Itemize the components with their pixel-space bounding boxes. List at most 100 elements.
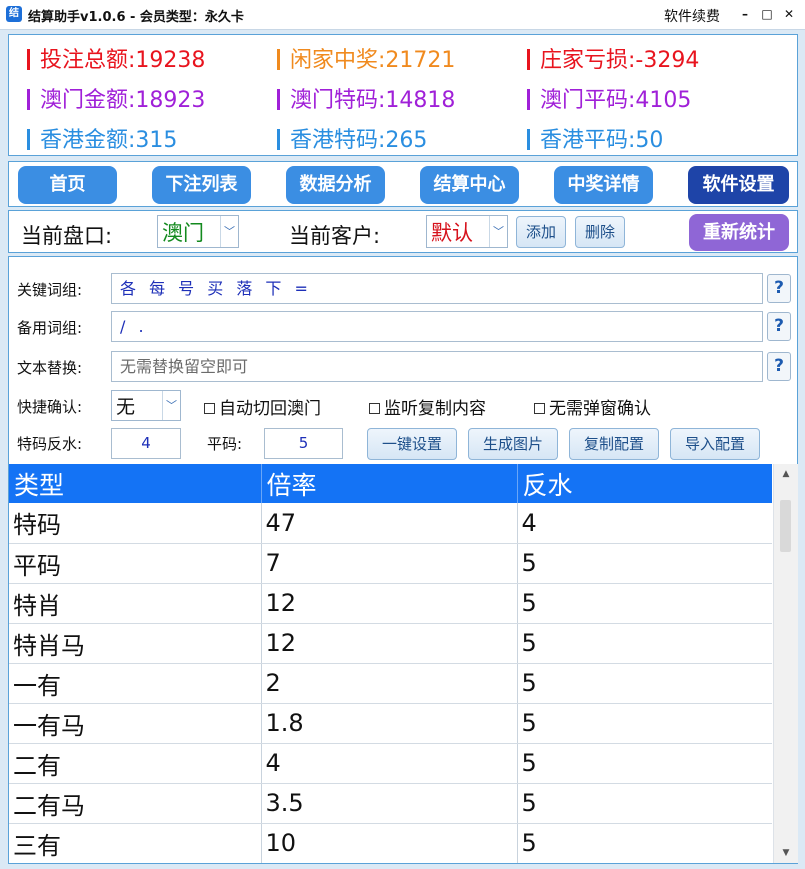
backup-input[interactable]: / . — [111, 311, 763, 342]
keyword-help-button[interactable]: ? — [767, 274, 791, 303]
cell-type[interactable]: 三有 — [9, 823, 262, 863]
table-row[interactable]: 二有马 3.5 5 — [9, 783, 772, 824]
title-bar: 结 结算助手v1.0.6 - 会员类型：永久卡 软件续费 – □ ✕ — [0, 0, 805, 30]
cell-type[interactable]: 一有马 — [9, 703, 262, 744]
header-rebate[interactable]: 反水 — [517, 464, 772, 503]
cell-odds[interactable]: 1.8 — [261, 703, 518, 744]
cell-type[interactable]: 二有马 — [9, 783, 262, 824]
cell-rebate[interactable]: 5 — [517, 543, 772, 584]
table-row[interactable]: 一有马 1.8 5 — [9, 703, 772, 744]
stat-label: 庄家亏损:-3294 — [540, 48, 700, 73]
cell-rebate[interactable]: 5 — [517, 703, 772, 744]
cell-odds[interactable]: 4 — [261, 743, 518, 784]
replace-label: 文本替换: — [17, 359, 83, 377]
cell-odds[interactable]: 7 — [261, 543, 518, 584]
quick-confirm-value: 无 — [116, 396, 136, 418]
market-select[interactable]: 澳门 ﹀ — [157, 215, 239, 248]
scroll-up-icon[interactable]: ▲ — [774, 466, 798, 482]
renew-software-link[interactable]: 软件续费 — [664, 6, 720, 26]
table-row[interactable]: 一有 2 5 — [9, 663, 772, 704]
quick-confirm-label: 快捷确认: — [17, 398, 83, 416]
checkbox-box[interactable] — [534, 403, 545, 414]
table-row[interactable]: 平码 7 5 — [9, 543, 772, 584]
quick-confirm-select[interactable]: 无 ﹀ — [111, 390, 181, 421]
market-selector-bar: 当前盘口: 澳门 ﹀ 当前客户: 默认 ﹀ 添加 删除 重新统计 — [8, 210, 798, 253]
minimize-icon[interactable]: – — [737, 5, 753, 23]
flat-rebate-input[interactable]: 5 — [264, 428, 343, 459]
nav-settlement-button[interactable]: 结算中心 — [420, 166, 519, 204]
scrollbar-thumb[interactable] — [780, 500, 791, 552]
cell-type[interactable]: 特码 — [9, 503, 262, 544]
stat-label: 澳门平码:4105 — [540, 88, 692, 113]
checkbox-box[interactable] — [204, 403, 215, 414]
stat-label: 香港特码:265 — [290, 128, 428, 153]
chevron-down-icon[interactable]: ﹀ — [162, 391, 180, 420]
cell-rebate[interactable]: 5 — [517, 663, 772, 704]
table-row[interactable]: 三有 10 5 — [9, 823, 772, 863]
keyword-input[interactable]: 各 每 号 买 落 下 = — [111, 273, 763, 304]
chevron-down-icon[interactable]: ﹀ — [220, 216, 238, 247]
no-popup-checkbox[interactable]: 无需弹窗确认 — [534, 394, 651, 419]
stat-total-bets: 投注总额:19238 — [27, 42, 205, 74]
cell-odds[interactable]: 10 — [261, 823, 518, 863]
header-odds[interactable]: 倍率 — [261, 464, 518, 503]
nav-bet-list-button[interactable]: 下注列表 — [152, 166, 251, 204]
copy-config-button[interactable]: 复制配置 — [569, 428, 659, 460]
cell-rebate[interactable]: 5 — [517, 583, 772, 624]
cell-rebate[interactable]: 4 — [517, 503, 772, 544]
no-popup-label: 无需弹窗确认 — [549, 399, 651, 419]
window-title: 结算助手v1.0.6 - 会员类型：永久卡 — [28, 10, 244, 25]
nav-settings-button[interactable]: 软件设置 — [688, 166, 789, 204]
cell-type[interactable]: 一有 — [9, 663, 262, 704]
cell-type[interactable]: 特肖马 — [9, 623, 262, 664]
import-config-button[interactable]: 导入配置 — [670, 428, 760, 460]
table-row[interactable]: 特肖 12 5 — [9, 583, 772, 624]
listen-copy-checkbox[interactable]: 监听复制内容 — [369, 394, 486, 419]
stat-bar — [27, 129, 30, 150]
customer-select[interactable]: 默认 ﹀ — [426, 215, 508, 248]
generate-image-button[interactable]: 生成图片 — [468, 428, 558, 460]
cell-rebate[interactable]: 5 — [517, 783, 772, 824]
checkbox-box[interactable] — [369, 403, 380, 414]
recalculate-button[interactable]: 重新统计 — [689, 214, 789, 251]
chevron-down-icon[interactable]: ﹀ — [489, 216, 507, 247]
add-customer-button[interactable]: 添加 — [516, 216, 566, 248]
special-rebate-input[interactable]: 4 — [111, 428, 181, 459]
cell-rebate[interactable]: 5 — [517, 743, 772, 784]
table-row[interactable]: 特码 47 4 — [9, 503, 772, 544]
delete-customer-button[interactable]: 删除 — [575, 216, 625, 248]
cell-odds[interactable]: 3.5 — [261, 783, 518, 824]
maximize-icon[interactable]: □ — [759, 5, 775, 23]
cell-type[interactable]: 平码 — [9, 543, 262, 584]
backup-help-button[interactable]: ? — [767, 312, 791, 341]
cell-odds[interactable]: 47 — [261, 503, 518, 544]
customer-value: 默认 — [431, 221, 473, 245]
auto-switch-label: 自动切回澳门 — [219, 399, 321, 419]
cell-odds[interactable]: 12 — [261, 623, 518, 664]
cell-odds[interactable]: 12 — [261, 583, 518, 624]
stats-panel: 投注总额:19238 闲家中奖:21721 庄家亏损:-3294 澳门金额:18… — [8, 34, 798, 156]
nav-analysis-button[interactable]: 数据分析 — [286, 166, 385, 204]
customer-label: 当前客户: — [289, 224, 381, 248]
table-row[interactable]: 二有 4 5 — [9, 743, 772, 784]
stat-label: 澳门金额:18923 — [40, 88, 206, 113]
nav-home-button[interactable]: 首页 — [18, 166, 117, 204]
close-icon[interactable]: ✕ — [781, 5, 797, 23]
listen-copy-label: 监听复制内容 — [384, 399, 486, 419]
auto-switch-checkbox[interactable]: 自动切回澳门 — [204, 394, 321, 419]
cell-rebate[interactable]: 5 — [517, 823, 772, 863]
cell-odds[interactable]: 2 — [261, 663, 518, 704]
one-click-setup-button[interactable]: 一键设置 — [367, 428, 457, 460]
special-rebate-label: 特码反水: — [17, 435, 83, 453]
stat-bar — [277, 129, 280, 150]
header-type[interactable]: 类型 — [9, 464, 262, 503]
cell-rebate[interactable]: 5 — [517, 623, 772, 664]
cell-type[interactable]: 特肖 — [9, 583, 262, 624]
replace-help-button[interactable]: ? — [767, 352, 791, 381]
nav-prize-details-button[interactable]: 中奖详情 — [554, 166, 653, 204]
scroll-down-icon[interactable]: ▼ — [774, 845, 798, 861]
replace-input[interactable]: 无需替换留空即可 — [111, 351, 763, 382]
table-scrollbar[interactable]: ▲ ▼ — [773, 464, 798, 863]
cell-type[interactable]: 二有 — [9, 743, 262, 784]
table-row[interactable]: 特肖马 12 5 — [9, 623, 772, 664]
